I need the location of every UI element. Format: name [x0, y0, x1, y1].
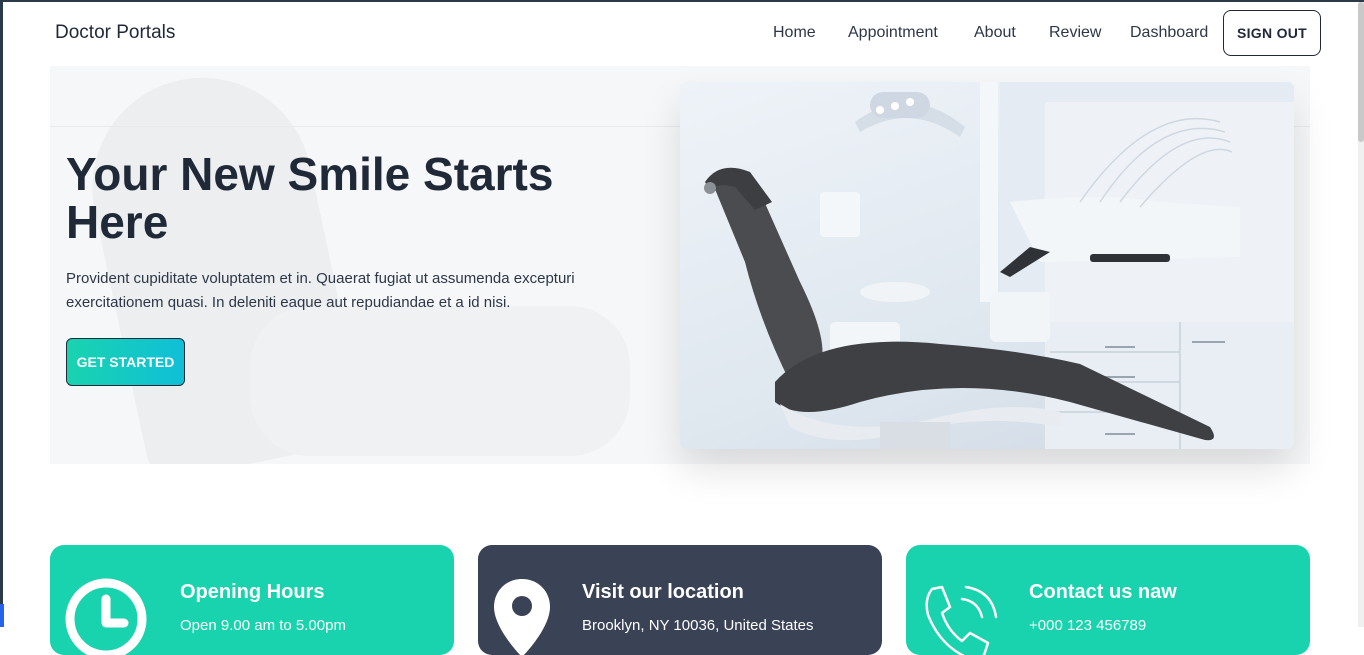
scrollbar-thumb[interactable]: [1358, 2, 1364, 142]
hero-title: Your New Smile Starts Here: [66, 148, 554, 248]
hero-description: Provident cupiditate voluptatem et in. Q…: [66, 270, 575, 311]
card-title: Contact us naw: [1029, 581, 1177, 603]
main-navigation: Home Appointment About Review Dashboard: [0, 24, 1364, 48]
nav-dashboard-link[interactable]: Dashboard: [1130, 24, 1208, 42]
location-pin-icon: [494, 579, 550, 655]
window-left-border: [0, 0, 3, 627]
clock-icon: [65, 578, 147, 655]
opening-hours-card: Opening Hours Open 9.00 am to 5.00pm: [50, 545, 454, 655]
card-title: Opening Hours: [180, 581, 325, 603]
window-top-border: [0, 0, 1364, 2]
phone-icon: [925, 585, 998, 655]
card-title: Visit our location: [582, 581, 744, 603]
dental-chair-image: [680, 82, 1294, 449]
sign-out-button[interactable]: SIGN OUT: [1223, 10, 1321, 56]
nav-review-link[interactable]: Review: [1049, 24, 1101, 42]
card-text: Brooklyn, NY 10036, United States: [582, 617, 814, 634]
nav-appointment-link[interactable]: Appointment: [848, 24, 938, 42]
window-edge-indicator: [0, 604, 4, 627]
card-text: +000 123 456789: [1029, 617, 1147, 634]
card-text: Open 9.00 am to 5.00pm: [180, 617, 346, 634]
nav-about-link[interactable]: About: [974, 24, 1016, 42]
contact-card: Contact us naw +000 123 456789: [906, 545, 1310, 655]
nav-home-link[interactable]: Home: [773, 24, 816, 42]
location-card: Visit our location Brooklyn, NY 10036, U…: [478, 545, 882, 655]
dental-chair-illustration: [704, 82, 1294, 449]
get-started-button[interactable]: GET STARTED: [66, 338, 185, 386]
